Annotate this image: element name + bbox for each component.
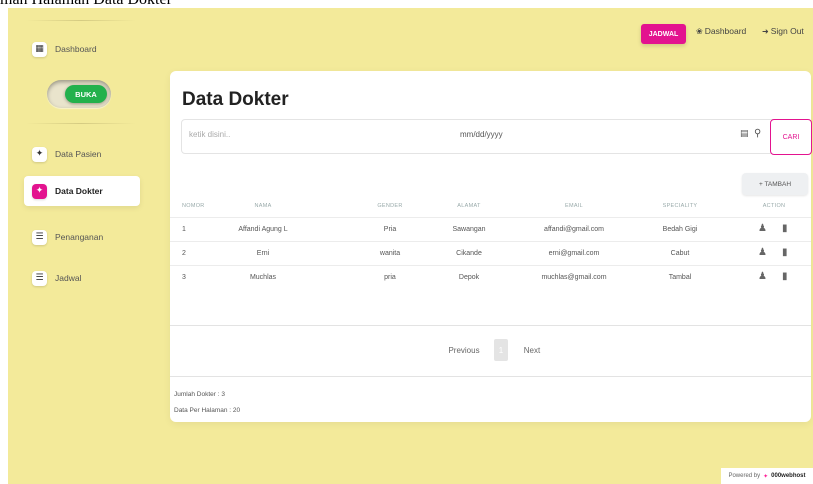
cell-alamat: Depok bbox=[458, 274, 480, 281]
cell-alamat: Cikande bbox=[456, 250, 482, 257]
table-row: 2 Erni wanita Cikande erni@gmail.com Cab… bbox=[170, 241, 811, 265]
table-row: 3 Muchlas pria Depok muchlas@gmail.com T… bbox=[170, 265, 811, 289]
jadwal-button[interactable]: JADWAL bbox=[641, 24, 686, 44]
page-1-button[interactable]: 1 bbox=[494, 339, 508, 361]
palette-icon: ❀ bbox=[696, 26, 703, 36]
column-header: EMAIL bbox=[564, 203, 584, 209]
data-dokter-card: Data Dokter ketik disini.. mm/dd/yyyy ▤ … bbox=[170, 71, 812, 422]
search-icon[interactable]: ⚲ bbox=[754, 128, 761, 139]
page-caption: man Halaman Data Dokter bbox=[0, 0, 300, 8]
divider bbox=[170, 376, 811, 377]
app-window: ▦ Dashboard BUKA ✦ Data Pasien ✦ Data Do… bbox=[8, 8, 813, 484]
dashboard-link[interactable]: ❀ Dashboard bbox=[696, 26, 746, 36]
cell-speciality: Bedah Gigi bbox=[662, 226, 698, 233]
sidebar-item-penanganan[interactable]: ☰ Penanganan bbox=[24, 222, 140, 252]
sidebar-item-label: Penanganan bbox=[55, 232, 104, 242]
cell-email: muchlas@gmail.com bbox=[541, 274, 607, 281]
column-header: ACTION bbox=[762, 203, 786, 209]
previous-button[interactable]: Previous bbox=[440, 339, 488, 361]
sign-out-link[interactable]: ➜ Sign Out bbox=[762, 26, 804, 36]
divider bbox=[170, 325, 811, 326]
cell-nama: Muchlas bbox=[249, 274, 277, 281]
powered-by-badge[interactable]: Powered by ✦ 000webhost bbox=[721, 468, 813, 484]
tambah-button[interactable]: + TAMBAH bbox=[742, 173, 808, 195]
sidebar-item-label: Dashboard bbox=[55, 44, 97, 54]
page-title: Data Dokter bbox=[182, 89, 289, 110]
sidebar-divider bbox=[26, 20, 136, 21]
sidebar-item-data-pasien[interactable]: ✦ Data Pasien bbox=[24, 139, 140, 169]
sidebar-item-dashboard[interactable]: ▦ Dashboard bbox=[24, 34, 140, 64]
data-per-halaman: Data Per Halaman : 20 bbox=[174, 407, 241, 414]
buka-toggle-label: BUKA bbox=[65, 85, 107, 103]
cell-nomor: 2 bbox=[182, 250, 186, 257]
column-header: GENDER bbox=[377, 203, 403, 209]
search-bar: ketik disini.. mm/dd/yyyy ▤ ⚲ CARI bbox=[181, 119, 812, 155]
cell-email: erni@gmail.com bbox=[548, 250, 600, 257]
column-header: NOMOR bbox=[182, 203, 205, 209]
trash-icon[interactable]: ▮ bbox=[782, 223, 788, 234]
edit-user-icon[interactable]: ♟ bbox=[758, 271, 767, 282]
powered-by-brand: 000webhost bbox=[771, 473, 806, 479]
webhost-logo-icon: ✦ bbox=[763, 472, 769, 480]
user-plus-icon: ✦ bbox=[32, 183, 47, 199]
buka-toggle[interactable]: BUKA bbox=[47, 80, 111, 108]
column-header: NAMA bbox=[254, 203, 272, 209]
search-input[interactable]: ketik disini.. bbox=[189, 130, 230, 139]
sidebar-item-label: Data Pasien bbox=[55, 149, 102, 159]
edit-user-icon[interactable]: ♟ bbox=[758, 247, 767, 258]
table-row: 1 Affandi Agung L Pria Sawangan affandi@… bbox=[170, 217, 811, 241]
next-button[interactable]: Next bbox=[514, 339, 550, 361]
cell-gender: pria bbox=[384, 274, 396, 281]
cell-alamat: Sawangan bbox=[452, 226, 486, 233]
cell-nomor: 1 bbox=[182, 226, 186, 233]
pagination: Previous 1 Next bbox=[440, 339, 550, 361]
sidebar-divider bbox=[26, 123, 136, 124]
user-plus-icon: ✦ bbox=[32, 146, 47, 162]
cell-nama: Erni bbox=[256, 250, 270, 257]
sign-out-link-label: Sign Out bbox=[770, 26, 804, 36]
cell-gender: wanita bbox=[379, 250, 401, 257]
edit-user-icon[interactable]: ♟ bbox=[758, 223, 767, 234]
sidebar-item-jadwal[interactable]: ☰ Jadwal bbox=[24, 263, 140, 293]
jumlah-dokter: Jumlah Dokter : 3 bbox=[174, 391, 225, 398]
trash-icon[interactable]: ▮ bbox=[782, 247, 788, 258]
sign-out-icon: ➜ bbox=[762, 26, 769, 36]
cell-email: affandi@gmail.com bbox=[544, 226, 604, 233]
sidebar-item-data-dokter[interactable]: ✦ Data Dokter bbox=[24, 176, 140, 206]
calendar-icon[interactable]: ▤ bbox=[740, 129, 749, 139]
column-header: SPECIALITY bbox=[662, 203, 698, 209]
cari-button[interactable]: CARI bbox=[770, 119, 812, 155]
dashboard-link-label: Dashboard bbox=[704, 26, 747, 36]
table-header: NOMOR NAMA GENDER ALAMAT EMAIL SPECIALIT… bbox=[170, 197, 811, 217]
sidebar-item-label: Data Dokter bbox=[55, 186, 103, 196]
powered-by-text: Powered by bbox=[728, 473, 761, 479]
cell-speciality: Tambal bbox=[668, 274, 692, 281]
trash-icon[interactable]: ▮ bbox=[782, 271, 788, 282]
sidebar-item-label: Jadwal bbox=[55, 273, 82, 283]
cell-nomor: 3 bbox=[182, 274, 186, 281]
list-icon: ☰ bbox=[32, 270, 47, 286]
date-input[interactable]: mm/dd/yyyy bbox=[460, 130, 503, 139]
cell-gender: Pria bbox=[383, 226, 397, 233]
cell-nama: Affandi Agung L bbox=[238, 226, 288, 233]
list-icon: ☰ bbox=[32, 229, 47, 245]
sidebar: ▦ Dashboard BUKA ✦ Data Pasien ✦ Data Do… bbox=[8, 8, 140, 484]
cell-speciality: Cabut bbox=[670, 250, 690, 257]
column-header: ALAMAT bbox=[457, 203, 481, 209]
building-icon: ▦ bbox=[32, 41, 47, 57]
